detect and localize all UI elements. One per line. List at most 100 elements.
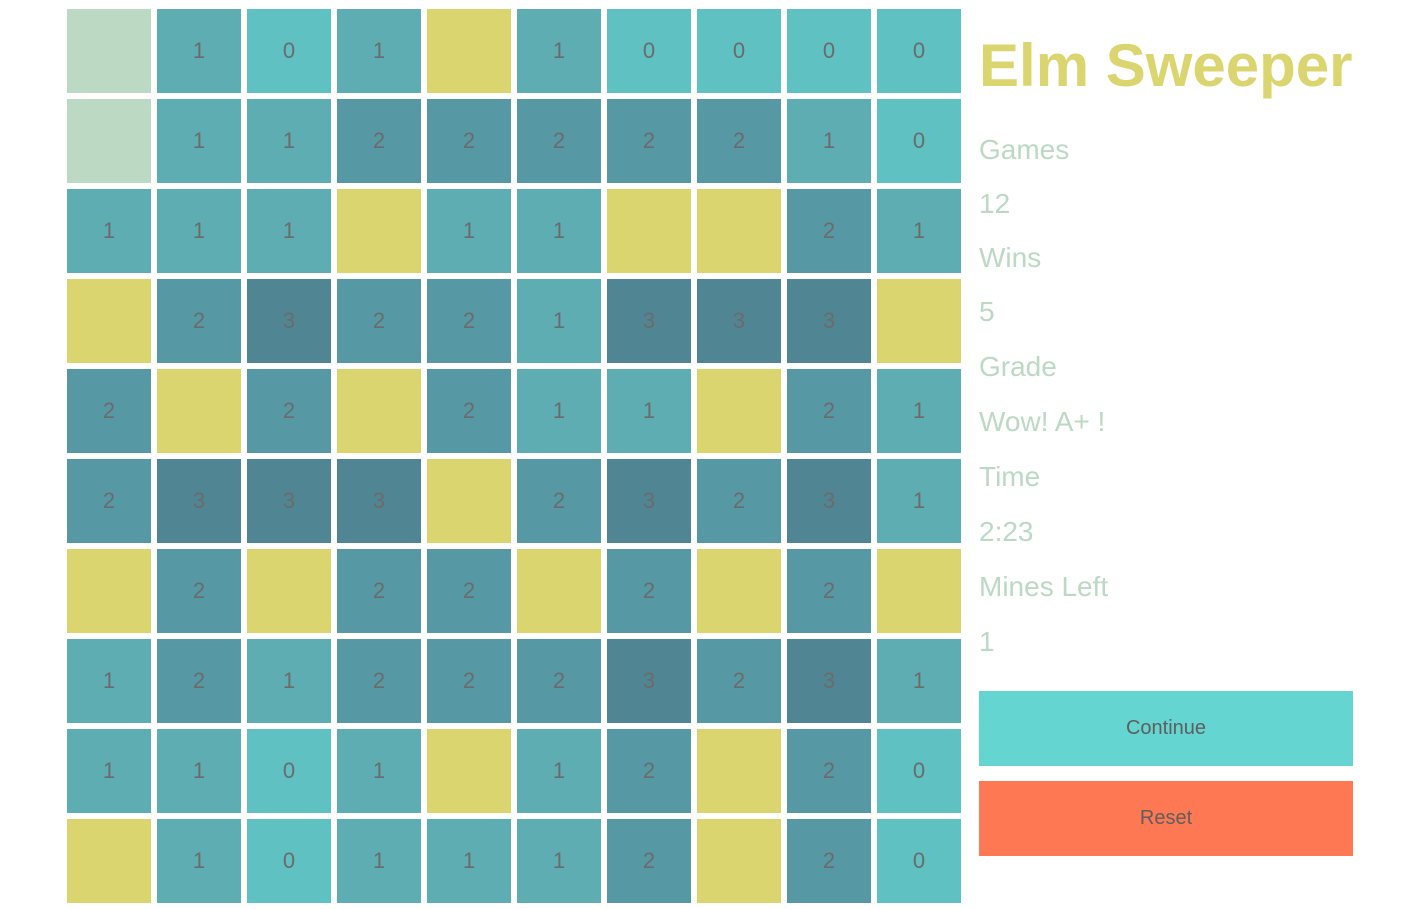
cell-revealed[interactable]: 2: [157, 549, 241, 633]
cell-revealed[interactable]: 3: [337, 459, 421, 543]
cell-revealed[interactable]: 2: [67, 459, 151, 543]
cell-revealed[interactable]: 2: [427, 99, 511, 183]
cell-revealed[interactable]: 0: [877, 729, 961, 813]
cell-revealed[interactable]: 2: [337, 99, 421, 183]
cell-revealed[interactable]: 2: [427, 369, 511, 453]
cell-revealed[interactable]: 0: [877, 819, 961, 903]
cell-revealed[interactable]: 1: [247, 189, 331, 273]
cell-revealed[interactable]: 1: [67, 639, 151, 723]
cell-revealed[interactable]: 1: [67, 189, 151, 273]
cell-revealed[interactable]: 2: [67, 369, 151, 453]
cell-revealed[interactable]: 3: [247, 459, 331, 543]
cell-revealed[interactable]: 1: [157, 99, 241, 183]
cell-mine[interactable]: [427, 9, 511, 93]
cell-mine[interactable]: [427, 729, 511, 813]
cell-mine[interactable]: [697, 369, 781, 453]
cell-revealed[interactable]: 1: [247, 99, 331, 183]
cell-revealed[interactable]: 2: [787, 549, 871, 633]
reset-button[interactable]: Reset: [979, 781, 1353, 856]
cell-revealed[interactable]: 1: [517, 189, 601, 273]
cell-revealed[interactable]: 2: [787, 369, 871, 453]
cell-revealed[interactable]: 1: [787, 99, 871, 183]
cell-mine[interactable]: [697, 819, 781, 903]
cell-revealed[interactable]: 1: [517, 9, 601, 93]
cell-revealed[interactable]: 1: [517, 729, 601, 813]
cell-revealed[interactable]: 1: [67, 729, 151, 813]
cell-revealed[interactable]: 2: [157, 279, 241, 363]
cell-revealed[interactable]: 1: [427, 189, 511, 273]
cell-revealed[interactable]: 2: [697, 99, 781, 183]
cell-revealed[interactable]: 2: [787, 729, 871, 813]
cell-revealed[interactable]: 3: [697, 279, 781, 363]
cell-revealed[interactable]: 1: [157, 9, 241, 93]
cell-revealed[interactable]: 1: [427, 819, 511, 903]
cell-revealed[interactable]: 1: [877, 189, 961, 273]
cell-revealed[interactable]: 0: [607, 9, 691, 93]
cell-revealed[interactable]: 2: [247, 369, 331, 453]
cell-revealed[interactable]: 2: [697, 639, 781, 723]
cell-revealed[interactable]: 1: [877, 369, 961, 453]
cell-mine[interactable]: [877, 549, 961, 633]
cell-revealed[interactable]: 2: [607, 99, 691, 183]
cell-hidden[interactable]: [67, 9, 151, 93]
cell-hidden[interactable]: [67, 99, 151, 183]
cell-revealed[interactable]: 2: [607, 729, 691, 813]
cell-mine[interactable]: [697, 189, 781, 273]
cell-mine[interactable]: [157, 369, 241, 453]
cell-mine[interactable]: [427, 459, 511, 543]
cell-mine[interactable]: [877, 279, 961, 363]
cell-revealed[interactable]: 1: [157, 819, 241, 903]
cell-revealed[interactable]: 1: [517, 279, 601, 363]
cell-revealed[interactable]: 2: [517, 459, 601, 543]
cell-revealed[interactable]: 2: [337, 639, 421, 723]
continue-button[interactable]: Continue: [979, 691, 1353, 766]
cell-revealed[interactable]: 0: [787, 9, 871, 93]
cell-revealed[interactable]: 2: [427, 549, 511, 633]
cell-mine[interactable]: [67, 279, 151, 363]
cell-revealed[interactable]: 1: [877, 639, 961, 723]
cell-revealed[interactable]: 1: [157, 189, 241, 273]
cell-revealed[interactable]: 3: [787, 279, 871, 363]
cell-revealed[interactable]: 1: [517, 369, 601, 453]
cell-revealed[interactable]: 3: [247, 279, 331, 363]
cell-revealed[interactable]: 0: [247, 9, 331, 93]
cell-mine[interactable]: [517, 549, 601, 633]
cell-revealed[interactable]: 2: [607, 819, 691, 903]
cell-revealed[interactable]: 3: [607, 639, 691, 723]
cell-revealed[interactable]: 3: [607, 459, 691, 543]
cell-revealed[interactable]: 0: [697, 9, 781, 93]
cell-revealed[interactable]: 2: [337, 279, 421, 363]
cell-mine[interactable]: [697, 549, 781, 633]
cell-revealed[interactable]: 1: [337, 729, 421, 813]
cell-mine[interactable]: [67, 549, 151, 633]
cell-revealed[interactable]: 2: [337, 549, 421, 633]
cell-revealed[interactable]: 1: [337, 819, 421, 903]
cell-revealed[interactable]: 3: [787, 639, 871, 723]
cell-mine[interactable]: [67, 819, 151, 903]
cell-revealed[interactable]: 0: [877, 99, 961, 183]
cell-revealed[interactable]: 1: [247, 639, 331, 723]
cell-revealed[interactable]: 2: [787, 819, 871, 903]
cell-revealed[interactable]: 2: [607, 549, 691, 633]
cell-revealed[interactable]: 2: [517, 639, 601, 723]
cell-revealed[interactable]: 2: [157, 639, 241, 723]
cell-mine[interactable]: [337, 189, 421, 273]
cell-revealed[interactable]: 1: [337, 9, 421, 93]
cell-revealed[interactable]: 0: [247, 729, 331, 813]
cell-revealed[interactable]: 0: [247, 819, 331, 903]
cell-revealed[interactable]: 3: [787, 459, 871, 543]
cell-revealed[interactable]: 2: [787, 189, 871, 273]
cell-revealed[interactable]: 2: [427, 639, 511, 723]
cell-revealed[interactable]: 2: [697, 459, 781, 543]
cell-revealed[interactable]: 1: [157, 729, 241, 813]
cell-mine[interactable]: [337, 369, 421, 453]
cell-revealed[interactable]: 3: [607, 279, 691, 363]
cell-mine[interactable]: [607, 189, 691, 273]
cell-mine[interactable]: [697, 729, 781, 813]
cell-revealed[interactable]: 2: [517, 99, 601, 183]
cell-revealed[interactable]: 3: [157, 459, 241, 543]
cell-mine[interactable]: [247, 549, 331, 633]
cell-revealed[interactable]: 1: [517, 819, 601, 903]
cell-revealed[interactable]: 2: [427, 279, 511, 363]
cell-revealed[interactable]: 0: [877, 9, 961, 93]
